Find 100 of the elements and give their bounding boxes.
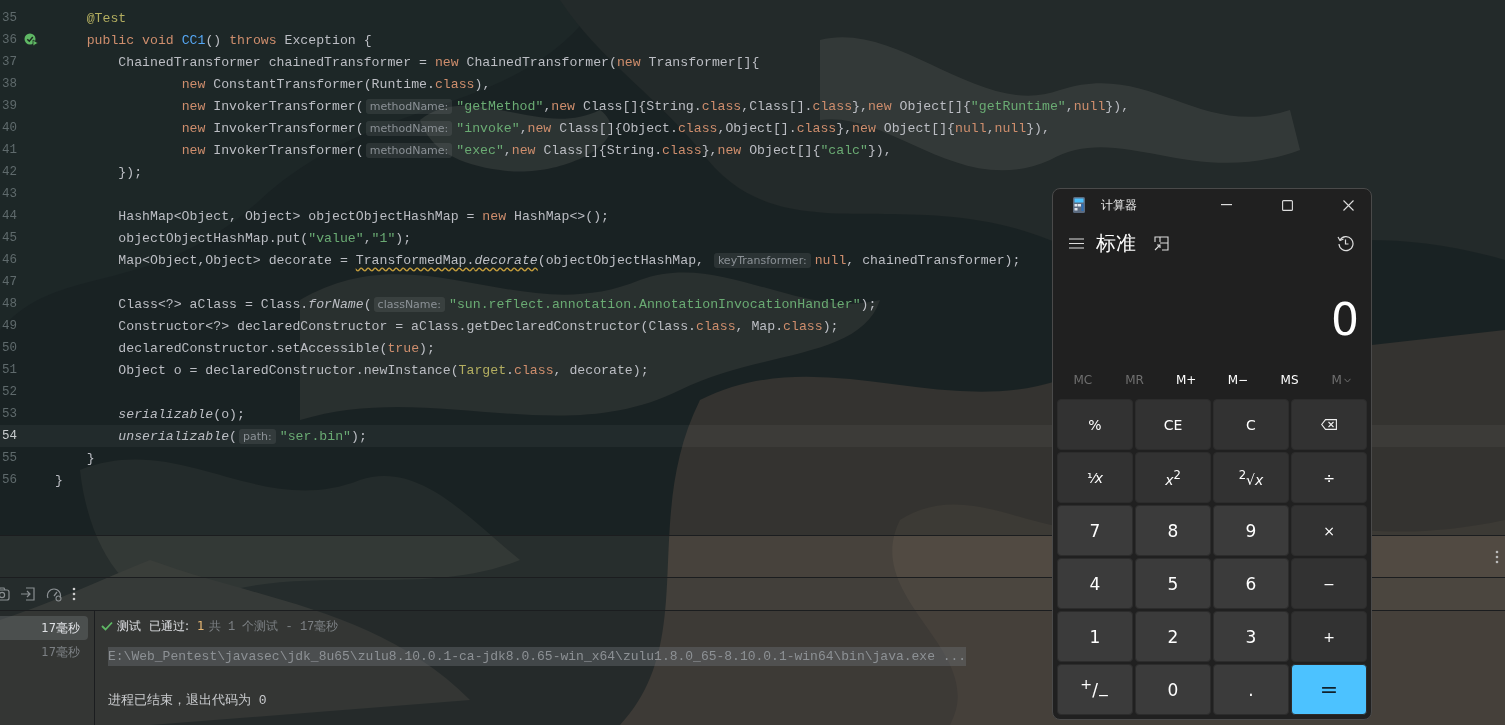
status-result: 已通过:: [149, 617, 190, 635]
code-text: (o);: [213, 406, 245, 422]
keyword: new: [616, 54, 641, 70]
keyword: null: [1073, 98, 1106, 114]
code-text: (): [205, 32, 222, 48]
code-text: ,: [986, 120, 995, 136]
calculator-key[interactable]: 2: [1135, 611, 1211, 662]
method-call: forName: [308, 296, 364, 312]
test-duration-item[interactable]: 17毫秒: [0, 616, 88, 640]
keyword: class: [812, 98, 853, 114]
string-literal: "calc": [820, 142, 868, 158]
line-number: 42: [1, 165, 17, 179]
minimize-icon[interactable]: [1221, 204, 1232, 207]
memory-button[interactable]: M−: [1212, 365, 1264, 395]
result-display: 0: [1330, 293, 1360, 348]
line-number: 56: [1, 473, 17, 487]
window-title: 计算器: [1101, 196, 1137, 214]
calculator-key[interactable]: x$^{2}$: [1135, 452, 1211, 503]
keyword: class: [434, 76, 475, 92]
calculator-key[interactable]: $^{2}$√x: [1213, 452, 1289, 503]
memory-button[interactable]: M+: [1160, 365, 1212, 395]
warning-text: decorate: [474, 252, 538, 268]
keyword: new: [527, 120, 552, 136]
calculator-key[interactable]: −: [1291, 558, 1367, 609]
import-icon[interactable]: [20, 586, 36, 602]
maximize-icon[interactable]: [1282, 199, 1293, 211]
code-text: }: [55, 472, 63, 488]
keep-on-top-icon[interactable]: [1154, 235, 1169, 251]
keyword: class: [796, 120, 837, 136]
code-text: ChainedTransformer(: [466, 54, 617, 70]
calculator-key[interactable]: 7: [1057, 505, 1133, 556]
code-text: Object[]{: [749, 142, 821, 158]
keyword: null: [994, 120, 1027, 136]
line-number: 52: [1, 385, 17, 399]
calculator-key[interactable]: C: [1213, 399, 1289, 450]
code-text: ,Class[].: [741, 98, 813, 114]
parameter-hint: keyTransformer:: [713, 252, 811, 268]
calculator-key[interactable]: .: [1213, 664, 1289, 715]
line-number: 54: [1, 429, 17, 443]
more-options-icon[interactable]: [72, 587, 76, 601]
close-icon[interactable]: [1343, 199, 1354, 211]
calculator-key[interactable]: ¹⁄x: [1057, 452, 1133, 503]
equals-button[interactable]: =: [1291, 664, 1367, 715]
calculator-key[interactable]: 4: [1057, 558, 1133, 609]
method-call: serializable: [118, 406, 214, 422]
code-text: );: [860, 296, 877, 312]
code-text: },: [836, 120, 853, 136]
more-options-icon[interactable]: [1495, 549, 1499, 564]
code-text: ,: [503, 142, 512, 158]
gauge-icon[interactable]: [46, 586, 62, 602]
keyword: class: [662, 142, 702, 158]
code-text: InvokerTransformer(: [213, 98, 364, 114]
calculator-key[interactable]: +: [1291, 611, 1367, 662]
calculator-key[interactable]: %: [1057, 399, 1133, 450]
code-text: ),: [474, 76, 491, 92]
calculator-key[interactable]: ×: [1291, 505, 1367, 556]
line-number: 37: [1, 55, 17, 69]
calculator-key[interactable]: 9: [1213, 505, 1289, 556]
code-text: Class[]{String.: [543, 142, 663, 158]
code-text: ,: [363, 230, 372, 246]
code-text: ,Object[].: [717, 120, 797, 136]
method-call: unserializable: [118, 428, 230, 444]
history-icon[interactable]: [1337, 234, 1354, 252]
menu-icon[interactable]: [1069, 237, 1084, 249]
calculator-key[interactable]: 6: [1213, 558, 1289, 609]
keyword: null: [954, 120, 987, 136]
annotation: Target: [458, 362, 507, 378]
line-number: 51: [1, 363, 17, 377]
keyword: new: [181, 120, 206, 136]
code-text: HashMap<>();: [514, 208, 609, 224]
keyword: new: [717, 142, 742, 158]
keyword: null: [814, 252, 847, 268]
keyword: new: [181, 98, 206, 114]
code-text: }: [86, 450, 95, 466]
calculator-icon: [1073, 197, 1085, 214]
run-test-icon[interactable]: [23, 33, 39, 47]
passed-count: 1: [197, 619, 205, 633]
code-text: }),: [867, 142, 892, 158]
code-text: ,: [1065, 98, 1074, 114]
calculator-key[interactable]: CE: [1135, 399, 1211, 450]
calculator-key[interactable]: 5: [1135, 558, 1211, 609]
calculator-key[interactable]: 1: [1057, 611, 1133, 662]
keyword: new: [867, 98, 892, 114]
line-number: 36: [1, 33, 17, 47]
memory-button[interactable]: MS: [1263, 365, 1316, 395]
calculator-key[interactable]: 3: [1213, 611, 1289, 662]
method-name: CC1: [181, 32, 206, 48]
annotation: @Test: [86, 10, 127, 26]
keyword: new: [852, 120, 876, 136]
calculator-key[interactable]: 8: [1135, 505, 1211, 556]
code-text: ,: [519, 120, 528, 136]
calculator-key[interactable]: ÷: [1291, 452, 1367, 503]
code-text: }),: [1026, 120, 1050, 136]
code-text: .: [506, 362, 514, 378]
parameter-hint: methodName:: [365, 98, 453, 114]
code-text: (: [229, 428, 238, 444]
calculator-key[interactable]: $^{+}$/$_{−}$: [1057, 664, 1133, 715]
code-text: Exception {: [284, 32, 372, 48]
calculator-key[interactable]: 0: [1135, 664, 1211, 715]
keyword: class: [701, 98, 742, 114]
